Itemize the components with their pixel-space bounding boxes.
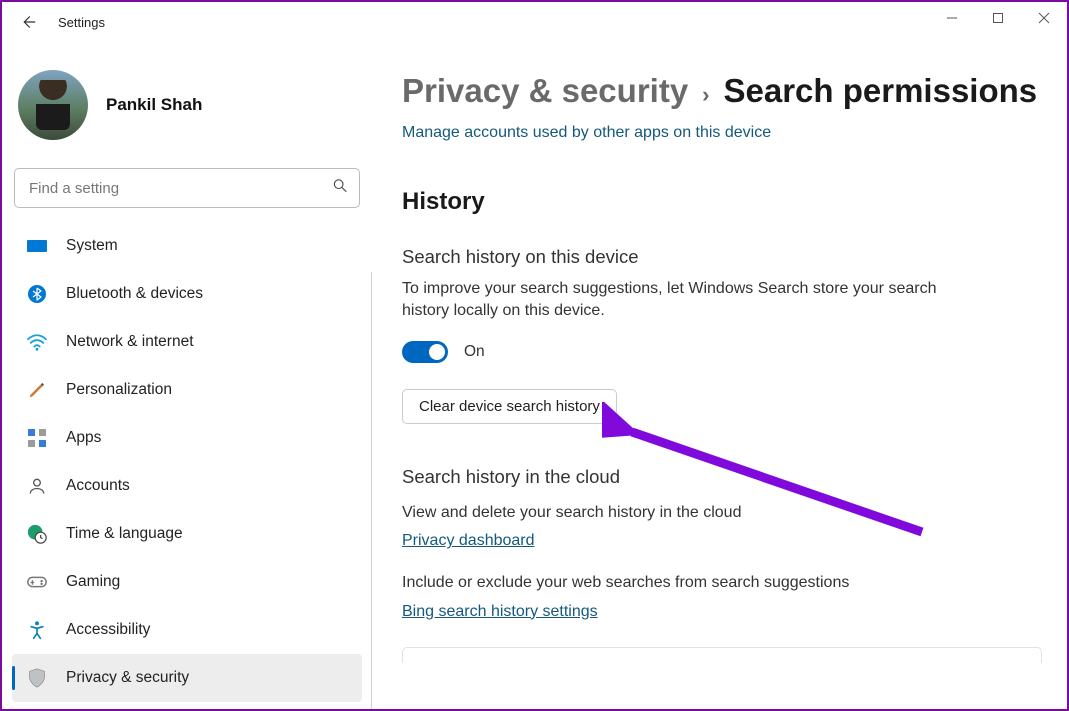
- minimize-button[interactable]: [929, 2, 975, 34]
- window-controls: [929, 2, 1067, 34]
- sidebar-item-label: Gaming: [66, 573, 120, 591]
- paintbrush-icon: [26, 379, 48, 401]
- cloud-history-desc1: View and delete your search history in t…: [402, 502, 962, 524]
- sidebar: Pankil Shah System Bluetooth & devices N…: [2, 42, 372, 709]
- sidebar-item-accessibility[interactable]: Accessibility: [12, 606, 362, 654]
- close-icon: [1038, 12, 1050, 24]
- search-container: [14, 168, 360, 208]
- cloud-history-desc2: Include or exclude your web searches fro…: [402, 572, 962, 594]
- sidebar-item-label: Network & internet: [66, 333, 194, 351]
- sidebar-item-label: Privacy & security: [66, 669, 189, 687]
- breadcrumb: Privacy & security › Search permissions: [402, 72, 1043, 110]
- sidebar-item-apps[interactable]: Apps: [12, 414, 362, 462]
- search-icon: [332, 178, 348, 199]
- sidebar-item-time[interactable]: Time & language: [12, 510, 362, 558]
- sidebar-item-label: Accessibility: [66, 621, 150, 639]
- sidebar-item-gaming[interactable]: Gaming: [12, 558, 362, 606]
- device-history-toggle-row: On: [402, 341, 1043, 363]
- clear-history-button[interactable]: Clear device search history: [402, 389, 617, 424]
- back-arrow-icon: [19, 13, 37, 31]
- cloud-history-title: Search history in the cloud: [402, 466, 1043, 488]
- sidebar-item-label: Bluetooth & devices: [66, 285, 203, 303]
- user-name: Pankil Shah: [106, 95, 202, 115]
- search-input[interactable]: [14, 168, 360, 208]
- sidebar-item-label: Time & language: [66, 525, 183, 543]
- person-icon: [26, 475, 48, 497]
- close-button[interactable]: [1021, 2, 1067, 34]
- main-content: Privacy & security › Search permissions …: [372, 42, 1067, 709]
- maximize-button[interactable]: [975, 2, 1021, 34]
- gamepad-icon: [26, 571, 48, 593]
- globe-clock-icon: [26, 523, 48, 545]
- manage-accounts-link[interactable]: Manage accounts used by other apps on th…: [402, 124, 771, 142]
- sidebar-item-label: Personalization: [66, 381, 172, 399]
- shield-icon: [26, 667, 48, 689]
- avatar: [18, 70, 88, 140]
- sidebar-item-label: Apps: [66, 429, 101, 447]
- system-icon: [26, 235, 48, 257]
- sidebar-item-label: Accounts: [66, 477, 130, 495]
- next-card-stub: [402, 647, 1042, 663]
- toggle-state-label: On: [464, 343, 485, 361]
- sidebar-item-accounts[interactable]: Accounts: [12, 462, 362, 510]
- wifi-icon: [26, 331, 48, 353]
- device-history-toggle[interactable]: [402, 341, 448, 363]
- privacy-dashboard-link[interactable]: Privacy dashboard: [402, 532, 535, 550]
- sidebar-divider: [371, 272, 372, 709]
- device-history-desc: To improve your search suggestions, let …: [402, 278, 962, 323]
- nav-list: System Bluetooth & devices Network & int…: [12, 222, 362, 702]
- sidebar-item-label: System: [66, 237, 118, 255]
- titlebar: Settings: [2, 2, 1067, 42]
- sidebar-item-system[interactable]: System: [12, 222, 362, 270]
- sidebar-item-privacy[interactable]: Privacy & security: [12, 654, 362, 702]
- minimize-icon: [946, 12, 958, 24]
- bluetooth-icon: [26, 283, 48, 305]
- maximize-icon: [992, 12, 1004, 24]
- user-profile[interactable]: Pankil Shah: [12, 62, 362, 156]
- breadcrumb-parent[interactable]: Privacy & security: [402, 72, 688, 110]
- device-history-title: Search history on this device: [402, 246, 1043, 268]
- sidebar-item-bluetooth[interactable]: Bluetooth & devices: [12, 270, 362, 318]
- back-button[interactable]: [16, 10, 40, 34]
- history-heading: History: [402, 188, 1043, 216]
- chevron-right-icon: ›: [702, 82, 709, 108]
- page-title: Search permissions: [724, 72, 1038, 110]
- window-title: Settings: [58, 15, 105, 30]
- sidebar-item-personalization[interactable]: Personalization: [12, 366, 362, 414]
- apps-icon: [26, 427, 48, 449]
- bing-history-link[interactable]: Bing search history settings: [402, 603, 598, 621]
- accessibility-icon: [26, 619, 48, 641]
- sidebar-item-network[interactable]: Network & internet: [12, 318, 362, 366]
